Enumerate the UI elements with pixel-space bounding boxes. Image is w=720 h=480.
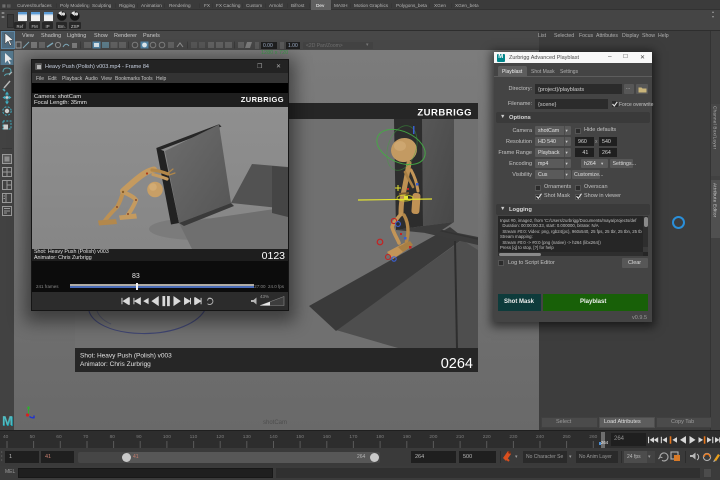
svg-text:60: 60 <box>56 434 62 440</box>
svg-text:50: 50 <box>30 434 36 440</box>
svg-text:70: 70 <box>83 434 89 440</box>
svg-text:200: 200 <box>429 434 437 440</box>
svg-text:160: 160 <box>323 434 331 440</box>
svg-text:170: 170 <box>349 434 357 440</box>
svg-text:240: 240 <box>536 434 544 440</box>
svg-text:120: 120 <box>216 434 224 440</box>
svg-text:230: 230 <box>509 434 517 440</box>
svg-text:210: 210 <box>456 434 464 440</box>
svg-text:180: 180 <box>376 434 384 440</box>
svg-text:43%: 43% <box>260 294 269 299</box>
svg-text:150: 150 <box>296 434 304 440</box>
svg-text:90: 90 <box>136 434 142 440</box>
svg-text:110: 110 <box>190 434 198 440</box>
svg-text:140: 140 <box>270 434 278 440</box>
svg-text:190: 190 <box>403 434 411 440</box>
svg-text:260: 260 <box>589 434 597 440</box>
svg-text:130: 130 <box>243 434 251 440</box>
svg-text:M: M <box>2 413 13 428</box>
svg-text:250: 250 <box>563 434 571 440</box>
svg-text:80: 80 <box>110 434 116 440</box>
svg-text:220: 220 <box>483 434 491 440</box>
svg-text:40: 40 <box>3 434 9 440</box>
svg-text:100: 100 <box>163 434 171 440</box>
